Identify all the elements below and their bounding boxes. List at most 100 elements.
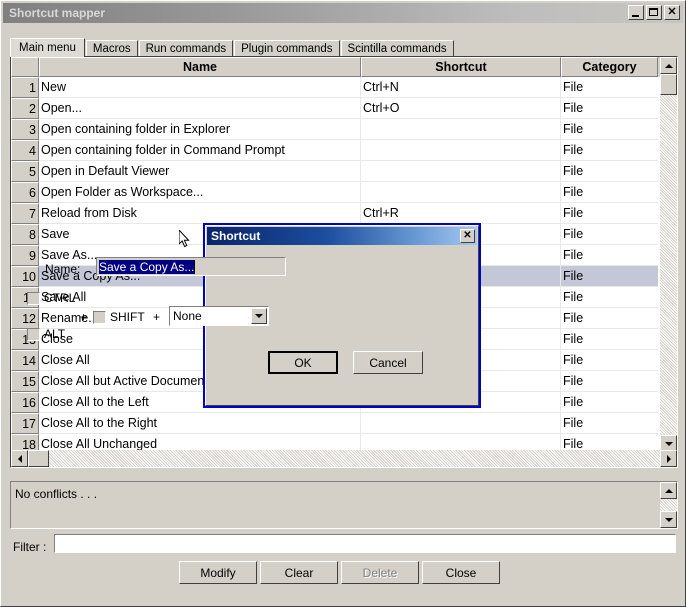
conflicts-scroll-track[interactable]: [660, 499, 677, 511]
dialog-ok-button[interactable]: OK: [268, 351, 338, 374]
tab-macros[interactable]: Macros: [85, 40, 138, 57]
dialog-name-value: Save a Copy As...: [99, 259, 195, 274]
key-select-value: None: [173, 309, 202, 323]
row-category: File: [561, 140, 658, 161]
row-index: 10: [11, 266, 39, 287]
horizontal-scroll-thumb[interactable]: [28, 450, 49, 467]
filter-input[interactable]: [54, 534, 676, 553]
tab-plugin-commands[interactable]: Plugin commands: [234, 40, 340, 57]
table-row[interactable]: 1 New Ctrl+N File: [11, 77, 677, 98]
row-category: File: [561, 98, 658, 119]
column-header-shortcut[interactable]: Shortcut: [361, 57, 561, 77]
minimize-icon[interactable]: [628, 5, 644, 20]
scroll-left-arrow-icon[interactable]: [11, 450, 28, 467]
tab-scintilla-commands[interactable]: Scintilla commands: [340, 40, 454, 57]
row-name: New: [39, 77, 361, 98]
row-index: 9: [11, 245, 39, 266]
table-vertical-scrollbar[interactable]: [660, 57, 677, 452]
alt-checkbox[interactable]: [27, 327, 40, 341]
chevron-down-icon[interactable]: [251, 308, 267, 324]
row-shortcut: [361, 161, 561, 182]
plus-separator-2: +: [153, 310, 161, 324]
dialog-cancel-button[interactable]: Cancel: [353, 351, 423, 374]
delete-button: Delete: [341, 561, 419, 584]
row-index: 4: [11, 140, 39, 161]
dialog-titlebar: Shortcut ✕: [207, 227, 477, 245]
table-row[interactable]: 2 Open... Ctrl+O File: [11, 98, 677, 119]
row-shortcut: [361, 140, 561, 161]
window-title: Shortcut mapper: [9, 6, 106, 20]
key-select[interactable]: None: [169, 306, 269, 326]
dialog-name-label: Name:: [45, 262, 81, 276]
vertical-scroll-track[interactable]: [660, 95, 677, 435]
row-index: 8: [11, 224, 39, 245]
row-shortcut: [361, 413, 561, 434]
row-index: 16: [11, 392, 39, 413]
dialog-close-icon[interactable]: ✕: [460, 229, 475, 243]
row-category: File: [561, 245, 658, 266]
row-category: File: [561, 329, 658, 350]
shift-label: SHIFT: [110, 310, 145, 324]
alt-label: ALT: [44, 327, 66, 341]
table-row[interactable]: 5 Open in Default Viewer File: [11, 161, 677, 182]
tab-main-menu[interactable]: Main menu: [10, 38, 85, 57]
row-name: Open containing folder in Command Prompt: [39, 140, 361, 161]
row-index: 14: [11, 350, 39, 371]
alt-checkbox-row[interactable]: ALT: [27, 327, 65, 341]
row-index: 3: [11, 119, 39, 140]
row-shortcut: Ctrl+R: [361, 203, 561, 224]
table-header-row: Name Shortcut Category: [11, 57, 677, 77]
row-category: File: [561, 77, 658, 98]
row-shortcut: Ctrl+N: [361, 77, 561, 98]
row-category: File: [561, 413, 658, 434]
column-header-category[interactable]: Category: [561, 57, 658, 77]
mouse-cursor: [179, 230, 190, 248]
row-index: 6: [11, 182, 39, 203]
row-category: File: [561, 119, 658, 140]
conflicts-text: No conflicts . . .: [15, 487, 98, 501]
close-button[interactable]: Close: [422, 561, 500, 584]
row-category: File: [561, 161, 658, 182]
row-category: File: [561, 350, 658, 371]
tab-run-commands[interactable]: Run commands: [138, 40, 234, 57]
column-header-name[interactable]: Name: [39, 57, 361, 77]
scroll-up-arrow-icon[interactable]: [660, 57, 677, 74]
close-icon[interactable]: ✕: [664, 5, 680, 20]
table-row[interactable]: 4 Open containing folder in Command Promp…: [11, 140, 677, 161]
table-row[interactable]: 17 Close All to the Right File: [11, 413, 677, 434]
row-name: Open in Default Viewer: [39, 161, 361, 182]
table-row[interactable]: 3 Open containing folder in Explorer File: [11, 119, 677, 140]
shift-checkbox[interactable]: [93, 310, 106, 324]
tab-bar: Main menu Macros Run commands Plugin com…: [10, 38, 455, 57]
plus-separator-1: +: [80, 310, 88, 324]
horizontal-scroll-track[interactable]: [49, 450, 660, 467]
shift-checkbox-row[interactable]: SHIFT: [93, 310, 145, 324]
conflicts-scroll-down-arrow-icon[interactable]: [660, 511, 677, 528]
dialog-name-input[interactable]: Save a Copy As...: [96, 257, 286, 276]
ctrl-label: CTRL: [44, 291, 76, 305]
ctrl-checkbox[interactable]: [27, 291, 40, 305]
row-name: Reload from Disk: [39, 203, 361, 224]
row-category: File: [561, 371, 658, 392]
vertical-scroll-thumb[interactable]: [660, 74, 677, 95]
table-row[interactable]: 7 Reload from Disk Ctrl+R File: [11, 203, 677, 224]
maximize-icon[interactable]: [646, 5, 662, 20]
row-name: Close All to the Right: [39, 413, 361, 434]
row-category: File: [561, 287, 658, 308]
text-caret: [194, 259, 196, 274]
row-category: File: [561, 308, 658, 329]
column-header-index[interactable]: [11, 57, 39, 77]
ctrl-checkbox-row[interactable]: CTRL: [27, 291, 75, 305]
conflicts-vertical-scrollbar[interactable]: [660, 482, 677, 528]
shortcut-mapper-window: Shortcut mapper ✕ Main menu Macros Run c…: [0, 0, 686, 607]
row-index: 12: [11, 308, 39, 329]
clear-button[interactable]: Clear: [260, 561, 338, 584]
table-horizontal-scrollbar[interactable]: [11, 450, 677, 467]
table-row[interactable]: 6 Open Folder as Workspace... File: [11, 182, 677, 203]
modify-button[interactable]: Modify: [179, 561, 257, 584]
row-index: 15: [11, 371, 39, 392]
scroll-right-arrow-icon[interactable]: [660, 450, 677, 467]
dialog-title: Shortcut: [211, 229, 261, 243]
window-titlebar: Shortcut mapper ✕: [3, 3, 683, 23]
conflicts-scroll-up-arrow-icon[interactable]: [660, 482, 677, 499]
